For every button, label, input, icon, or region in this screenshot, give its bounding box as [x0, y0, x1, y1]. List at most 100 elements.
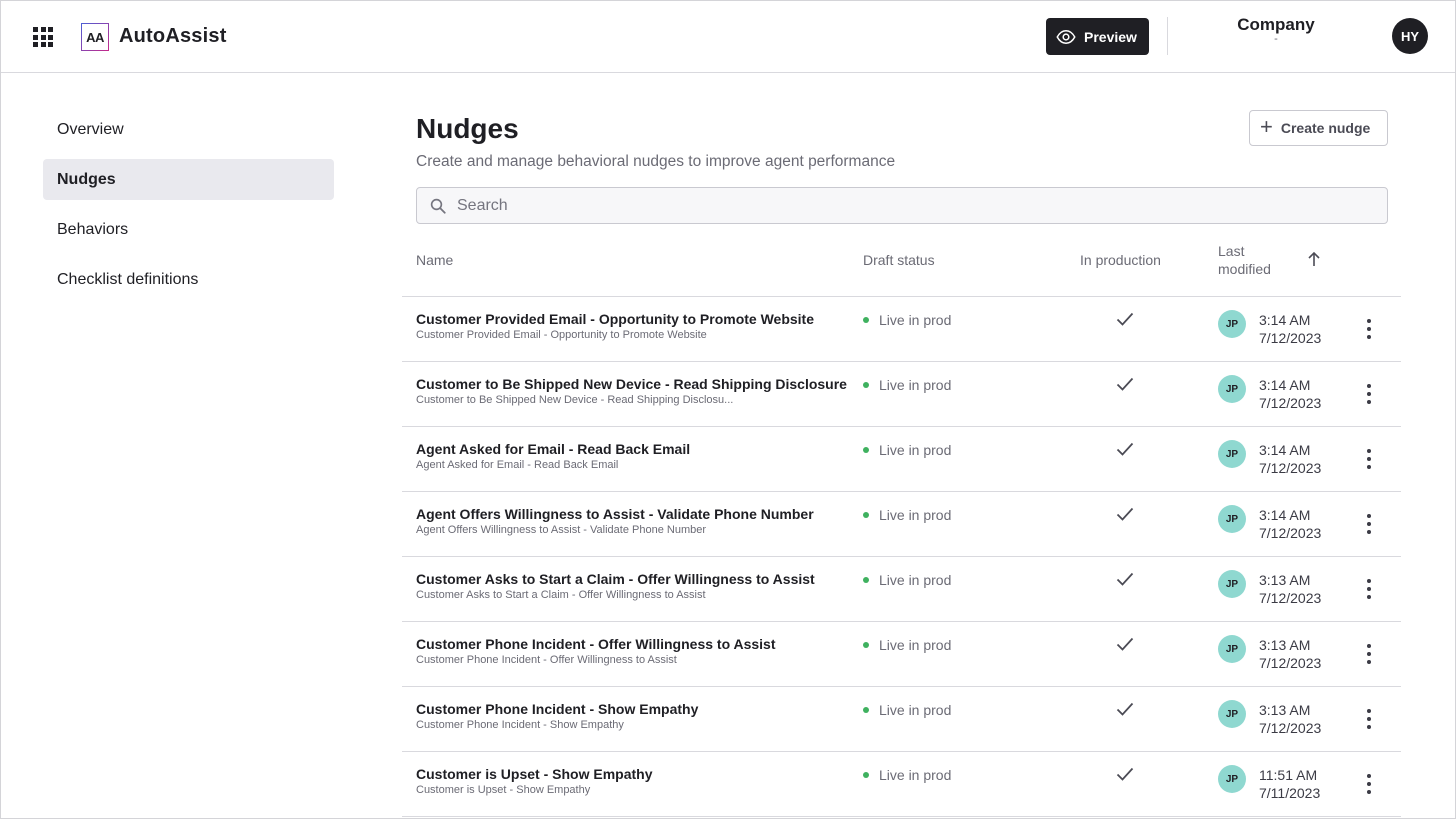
table-row[interactable]: Customer is Upset - Show Empathy Custome… — [402, 752, 1401, 817]
checkmark-icon — [1116, 507, 1134, 521]
more-options-icon[interactable] — [1362, 709, 1376, 729]
nudge-title[interactable]: Customer Provided Email - Opportunity to… — [416, 311, 814, 327]
status-dot-icon — [863, 577, 869, 583]
last-modified-time: 3:13 AM 7/12/2023 — [1259, 701, 1321, 737]
plus-icon: + — [1260, 114, 1273, 139]
sort-ascending-icon[interactable] — [1306, 250, 1322, 268]
nudges-table: Name Draft status In production Last mod… — [402, 237, 1401, 817]
table-header: Name Draft status In production Last mod… — [402, 237, 1401, 297]
column-header-draft-status[interactable]: Draft status — [863, 252, 935, 268]
more-options-icon[interactable] — [1362, 644, 1376, 664]
table-row[interactable]: Customer Asks to Start a Claim - Offer W… — [402, 557, 1401, 622]
checkmark-icon — [1116, 767, 1134, 781]
more-options-icon[interactable] — [1362, 514, 1376, 534]
nudge-title[interactable]: Agent Offers Willingness to Assist - Val… — [416, 506, 814, 522]
company-sub: - — [1274, 33, 1278, 45]
modified-date: 7/12/2023 — [1259, 720, 1322, 736]
top-header: AA AutoAssist Preview Company - HY — [1, 1, 1455, 73]
draft-status: Live in prod — [863, 767, 951, 783]
column-header-name[interactable]: Name — [416, 252, 453, 268]
checkmark-icon — [1116, 442, 1134, 456]
preview-button[interactable]: Preview — [1046, 18, 1149, 55]
nudge-title[interactable]: Customer Phone Incident - Show Empathy — [416, 701, 698, 717]
draft-status-label: Live in prod — [879, 637, 952, 653]
nudge-description: Customer Provided Email - Opportunity to… — [416, 329, 707, 341]
eye-icon — [1056, 29, 1076, 44]
last-modified-time: 3:13 AM 7/12/2023 — [1259, 571, 1321, 607]
table-row[interactable]: Agent Offers Willingness to Assist - Val… — [402, 492, 1401, 557]
nudge-title[interactable]: Customer to Be Shipped New Device - Read… — [416, 376, 847, 392]
status-dot-icon — [863, 382, 869, 388]
status-dot-icon — [863, 512, 869, 518]
status-dot-icon — [863, 447, 869, 453]
nudge-title[interactable]: Customer Asks to Start a Claim - Offer W… — [416, 571, 815, 587]
nudge-description: Agent Asked for Email - Read Back Email — [416, 459, 619, 471]
sidebar-item-checklist-definitions[interactable]: Checklist definitions — [43, 259, 334, 300]
more-options-icon[interactable] — [1362, 449, 1376, 469]
sidebar-item-nudges[interactable]: Nudges — [43, 159, 334, 200]
last-modified-time: 3:14 AM 7/12/2023 — [1259, 441, 1321, 477]
modified-date: 7/12/2023 — [1259, 655, 1322, 671]
modified-time: 11:51 AM — [1259, 767, 1318, 783]
sidebar-item-overview[interactable]: Overview — [43, 109, 334, 150]
modifier-avatar: JP — [1218, 310, 1246, 338]
draft-status: Live in prod — [863, 507, 951, 523]
column-header-in-production[interactable]: In production — [1080, 252, 1161, 268]
app-grid-icon[interactable] — [33, 27, 53, 47]
search-input[interactable] — [457, 196, 1357, 215]
nudge-description: Customer Phone Incident - Offer Willingn… — [416, 654, 677, 666]
sidebar-nav: Overview Nudges Behaviors Checklist defi… — [43, 109, 334, 309]
checkmark-icon — [1116, 312, 1134, 326]
more-options-icon[interactable] — [1362, 579, 1376, 599]
last-modified-time: 3:14 AM 7/12/2023 — [1259, 376, 1321, 412]
nudge-title[interactable]: Agent Asked for Email - Read Back Email — [416, 441, 690, 457]
more-options-icon[interactable] — [1362, 319, 1376, 339]
nudge-description: Customer Phone Incident - Show Empathy — [416, 719, 624, 731]
status-dot-icon — [863, 707, 869, 713]
nudge-description: Customer is Upset - Show Empathy — [416, 784, 591, 796]
checkmark-icon — [1116, 377, 1134, 391]
table-row[interactable]: Customer to Be Shipped New Device - Read… — [402, 362, 1401, 427]
modifier-avatar: JP — [1218, 700, 1246, 728]
draft-status-label: Live in prod — [879, 572, 952, 588]
sidebar-item-behaviors[interactable]: Behaviors — [43, 209, 334, 250]
nudge-title[interactable]: Customer Phone Incident - Offer Willingn… — [416, 636, 776, 652]
table-row[interactable]: Customer Phone Incident - Show Empathy C… — [402, 687, 1401, 752]
modified-date: 7/12/2023 — [1259, 590, 1322, 606]
search-icon — [430, 198, 446, 214]
last-modified-time: 3:13 AM 7/12/2023 — [1259, 636, 1321, 672]
create-nudge-button[interactable]: + Create nudge — [1249, 110, 1388, 146]
nudge-description: Customer Asks to Start a Claim - Offer W… — [416, 589, 706, 601]
table-row[interactable]: Agent Asked for Email - Read Back Email … — [402, 427, 1401, 492]
status-dot-icon — [863, 317, 869, 323]
modified-date: 7/11/2023 — [1259, 785, 1321, 801]
status-dot-icon — [863, 772, 869, 778]
more-options-icon[interactable] — [1362, 774, 1376, 794]
modified-time: 3:13 AM — [1259, 637, 1311, 653]
last-modified-time: 11:51 AM 7/11/2023 — [1259, 766, 1320, 802]
app-title: AutoAssist — [119, 25, 227, 47]
modified-date: 7/12/2023 — [1259, 460, 1322, 476]
checkmark-icon — [1116, 702, 1134, 716]
modified-time: 3:14 AM — [1259, 442, 1311, 458]
modified-time: 3:13 AM — [1259, 572, 1311, 588]
draft-status-label: Live in prod — [879, 702, 952, 718]
table-row[interactable]: Customer Phone Incident - Offer Willingn… — [402, 622, 1401, 687]
draft-status-label: Live in prod — [879, 377, 952, 393]
company-switcher[interactable]: Company - — [1237, 15, 1391, 45]
nudge-title[interactable]: Customer is Upset - Show Empathy — [416, 766, 652, 782]
more-options-icon[interactable] — [1362, 384, 1376, 404]
modifier-avatar: JP — [1218, 505, 1246, 533]
column-header-last-modified[interactable]: Last modified — [1218, 242, 1278, 278]
draft-status: Live in prod — [863, 702, 951, 718]
draft-status-label: Live in prod — [879, 312, 952, 328]
draft-status: Live in prod — [863, 572, 951, 588]
app-logo: AA — [81, 23, 109, 51]
user-avatar[interactable]: HY — [1392, 18, 1428, 54]
modified-date: 7/12/2023 — [1259, 395, 1322, 411]
modified-date: 7/12/2023 — [1259, 525, 1322, 541]
table-row[interactable]: Customer Provided Email - Opportunity to… — [402, 297, 1401, 362]
modified-time: 3:14 AM — [1259, 312, 1311, 328]
company-name: Company — [1237, 15, 1315, 34]
nudge-description: Agent Offers Willingness to Assist - Val… — [416, 524, 707, 536]
